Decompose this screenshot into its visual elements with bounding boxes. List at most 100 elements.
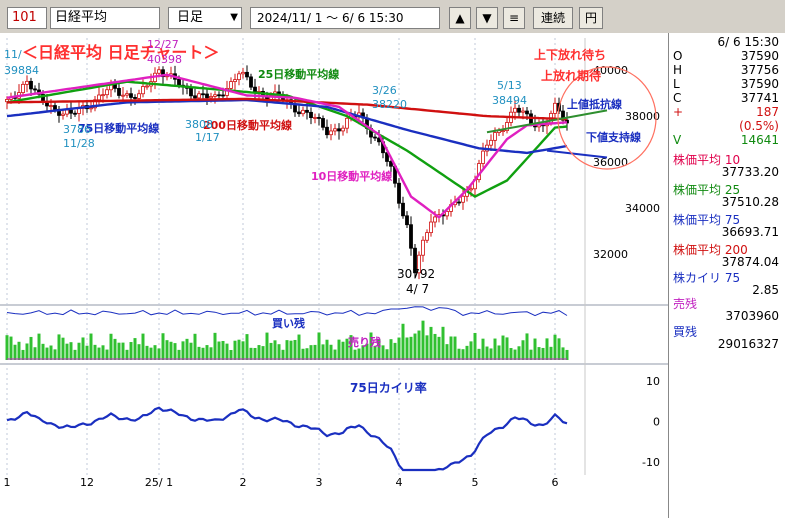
volume-bar <box>41 343 45 360</box>
volume-bar <box>225 343 229 360</box>
candle-body <box>481 150 485 164</box>
menu-icon: ≡ <box>508 11 520 25</box>
volume-bar <box>341 341 345 360</box>
ohlc-value: 37756 <box>740 63 779 77</box>
peak-label: 40398 <box>147 53 182 66</box>
volume-bar <box>45 347 49 360</box>
volume-bar <box>309 345 313 360</box>
candle-body <box>117 87 121 96</box>
volume-bar <box>137 344 141 360</box>
kairi-line <box>6 406 568 472</box>
volume-bar <box>529 349 533 360</box>
volume-bar <box>561 347 565 360</box>
side-panel: 6/ 6 15:30 O 37590 H 37756 L 37590 C 37741 + 18… <box>669 33 785 518</box>
candle-body <box>53 105 57 110</box>
volume-bar <box>513 349 517 360</box>
candle-body <box>297 111 301 115</box>
volume-bar <box>101 345 105 360</box>
candle-body <box>61 113 65 116</box>
candle-body <box>433 216 437 223</box>
volume-bar <box>77 342 81 360</box>
label-ma200: 200日移動平均線 <box>203 118 292 132</box>
volume-bar <box>505 337 509 360</box>
candle-body <box>201 93 205 96</box>
volume-bar <box>33 347 37 360</box>
chevron-down-icon: ▼ <box>230 12 238 23</box>
volume-bar <box>213 332 217 360</box>
period-select[interactable]: 日足 ▼ <box>168 7 242 29</box>
candle-body <box>333 128 337 132</box>
volume-bar <box>441 326 445 360</box>
volume-bar <box>557 338 561 360</box>
volume-bar <box>537 347 541 360</box>
up-button[interactable]: ▲ <box>449 7 471 29</box>
candle-body <box>489 139 493 146</box>
candle-body <box>305 109 309 113</box>
volume-bar <box>185 338 189 360</box>
candle-body <box>429 221 433 234</box>
down-button[interactable]: ▼ <box>476 7 498 29</box>
change-value: 187 <box>756 105 779 119</box>
volume-bar <box>293 339 297 360</box>
kairi-tick-label: 10 <box>646 375 660 388</box>
price-tick-label: 34000 <box>625 202 660 215</box>
volume-bar <box>181 341 185 360</box>
candle-body <box>409 224 413 249</box>
stock-name-field[interactable]: 日経平均 <box>50 7 160 29</box>
volume-bar <box>49 345 53 360</box>
kairi-value: 2.85 <box>752 283 779 297</box>
volume-bar <box>169 341 173 360</box>
candle-body <box>189 87 193 97</box>
menu-button[interactable]: ≡ <box>503 7 525 29</box>
candle-body <box>221 94 225 97</box>
volume-bar <box>565 349 569 360</box>
candle-body <box>137 93 141 99</box>
volume-bar <box>145 345 149 360</box>
volume-bar <box>89 333 93 360</box>
volume-bar <box>333 349 337 360</box>
candle-body <box>341 127 345 132</box>
renzoku-button[interactable]: 連続 <box>533 7 573 29</box>
volume-bar <box>405 337 409 360</box>
ohlc-value: 37590 <box>740 49 779 63</box>
volume-bar <box>97 347 101 360</box>
volume-bar <box>533 338 537 360</box>
volume-bar <box>237 339 241 360</box>
peak-label: 11/ <box>4 48 22 61</box>
volume-bar <box>453 336 457 360</box>
volume-bar <box>133 338 137 360</box>
volume-bar <box>509 348 513 360</box>
volume-bar <box>389 339 393 360</box>
candle-body <box>525 110 529 115</box>
candle-body <box>325 126 329 136</box>
candle-body <box>501 130 505 132</box>
candle-body <box>445 211 449 217</box>
volume-bar <box>393 342 397 360</box>
sell-value: 3703960 <box>725 309 779 323</box>
candle-body <box>337 128 341 132</box>
price-tick-label: 36000 <box>593 156 628 169</box>
volume-bar <box>461 349 465 360</box>
candle-body <box>213 94 217 97</box>
volume-bar <box>113 338 117 360</box>
volume-bar <box>517 346 521 360</box>
code-field[interactable]: 101 <box>7 7 47 29</box>
volume-bar <box>57 334 61 360</box>
side-date: 6/ 6 15:30 <box>717 35 779 49</box>
volume-bar <box>269 342 273 360</box>
volume-bar <box>397 337 401 360</box>
candle-body <box>301 109 305 115</box>
label-kairi: 75日カイリ率 <box>350 380 427 395</box>
volume-bar <box>253 347 257 360</box>
volume-bar <box>205 345 209 360</box>
volume-bar <box>381 345 385 360</box>
yen-button[interactable]: 円 <box>579 7 603 29</box>
candle-body <box>397 182 401 204</box>
peak-label: 12/27 <box>147 38 179 51</box>
volume-bar <box>233 340 237 360</box>
volume-bar <box>117 342 121 360</box>
volume-bar <box>465 345 469 360</box>
volume-bar <box>69 342 73 360</box>
candle-body <box>157 69 161 74</box>
date-range-field[interactable]: 2024/11/ 1 ～ 6/ 6 15:30 <box>250 7 440 29</box>
